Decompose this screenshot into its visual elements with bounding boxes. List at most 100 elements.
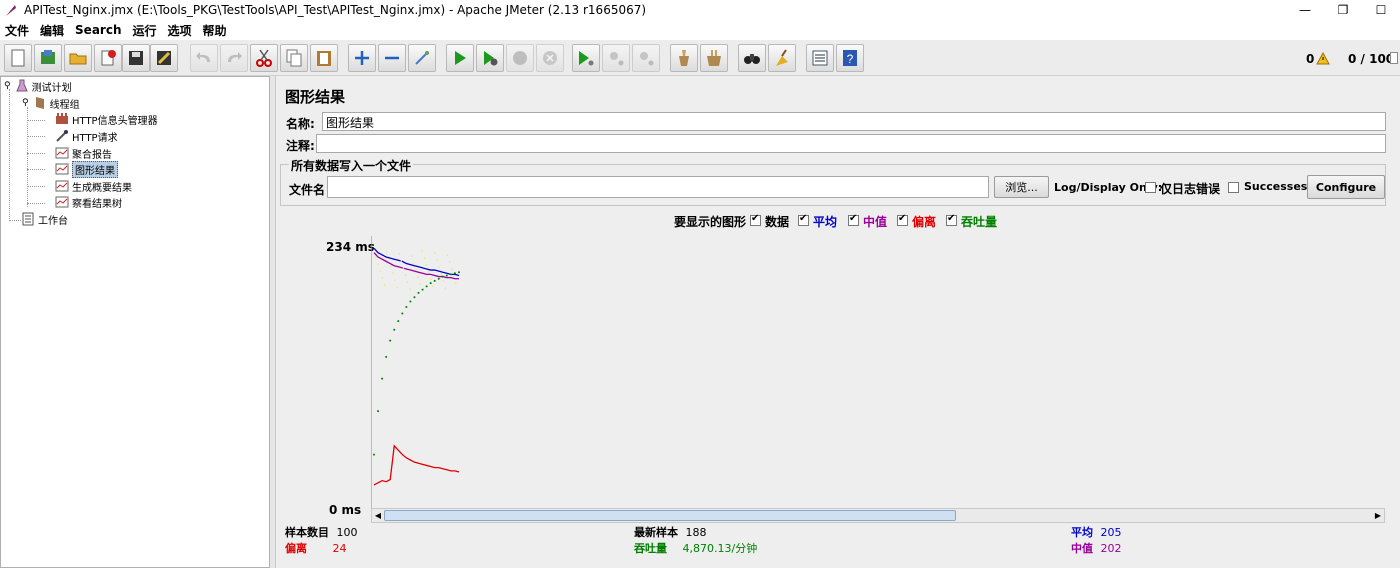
average-checkbox[interactable] — [798, 213, 809, 226]
reset-search-button[interactable] — [768, 44, 796, 72]
plus-icon — [355, 51, 369, 65]
median-label: 中值 — [863, 215, 888, 229]
function-helper-button[interactable] — [806, 44, 834, 72]
search-button[interactable] — [738, 44, 766, 72]
remote-start-button[interactable] — [572, 44, 600, 72]
deviation-checkbox[interactable] — [897, 213, 908, 226]
scrollbar-thumb[interactable] — [384, 510, 956, 521]
expand-toggle-icon[interactable]: ⚲ — [22, 98, 29, 108]
listener-chart-icon — [55, 196, 69, 208]
help-button[interactable]: ? — [836, 44, 864, 72]
minimize-button[interactable]: — — [1286, 0, 1324, 20]
new-document-icon — [11, 49, 25, 67]
configure-button[interactable]: Configure — [1307, 175, 1385, 199]
sample-data-point — [423, 257, 426, 259]
close-file-button[interactable] — [94, 44, 122, 72]
data-checkbox[interactable] — [750, 213, 761, 226]
throughput-stat-label: 吞吐量 — [634, 542, 667, 555]
scroll-left-arrow-icon[interactable]: ◀ — [373, 510, 383, 521]
write-to-file-group: 所有数据写入一个文件 文件名 浏览... Log/Display Only: 仅… — [280, 157, 1386, 206]
shutdown-button[interactable] — [536, 44, 564, 72]
expand-all-button[interactable] — [348, 44, 376, 72]
menu-run[interactable]: 运行 — [127, 22, 162, 39]
name-field[interactable]: 图形结果 — [322, 112, 1386, 131]
throughput-point — [425, 285, 428, 288]
tree-node-graph-results[interactable]: 图形结果 — [55, 160, 118, 178]
sample-data-point — [448, 261, 451, 263]
throughput-point — [445, 274, 448, 277]
close-file-icon — [101, 50, 116, 66]
cut-button[interactable] — [250, 44, 278, 72]
throughput-stat: 吞吐量 4,870.13/分钟 — [634, 540, 757, 556]
median-checkbox[interactable] — [848, 213, 859, 226]
menu-options[interactable]: 选项 — [163, 22, 198, 39]
sample-data-point — [383, 284, 386, 286]
redo-button[interactable] — [220, 44, 248, 72]
throughput-point — [385, 355, 388, 358]
stop-button[interactable] — [506, 44, 534, 72]
throughput-point — [393, 328, 396, 331]
chart-horizontal-scrollbar[interactable]: ◀ ▶ — [371, 508, 1385, 523]
deviation-stat-label: 偏离 — [285, 542, 307, 555]
menu-search[interactable]: Search — [70, 23, 127, 37]
remote-shutdown-button[interactable] — [632, 44, 660, 72]
throughput-point — [453, 272, 456, 275]
paste-button[interactable] — [310, 44, 338, 72]
tree-node-summary-results[interactable]: 生成概要结果 — [55, 178, 132, 194]
start-button[interactable] — [446, 44, 474, 72]
errors-only-checkbox[interactable] — [1145, 182, 1156, 193]
sample-data-point — [385, 251, 388, 253]
tree-node-results-tree[interactable]: 察看结果树 — [55, 194, 122, 210]
sample-data-point — [455, 282, 457, 284]
successes-checkbox[interactable] — [1228, 182, 1239, 193]
open-button[interactable] — [64, 44, 92, 72]
redo-icon — [228, 52, 242, 62]
remote-stop-button[interactable] — [602, 44, 630, 72]
median-stat: 中值 202 — [1071, 540, 1122, 556]
sample-data-point — [373, 249, 375, 251]
throughput-checkbox[interactable] — [946, 213, 957, 226]
toggle-button[interactable] — [408, 44, 436, 72]
expand-toggle-icon[interactable]: ⚲ — [4, 81, 11, 91]
sample-data-point — [406, 281, 409, 283]
sample-data-point — [425, 264, 428, 266]
window-title: APITest_Nginx.jmx (E:\Tools_PKG\TestTool… — [24, 3, 647, 17]
templates-button[interactable] — [34, 44, 62, 72]
collapse-all-button[interactable] — [378, 44, 406, 72]
throughput-point — [433, 279, 436, 282]
menu-edit[interactable]: 编辑 — [35, 22, 70, 39]
browse-button[interactable]: 浏览... — [994, 176, 1049, 198]
tree-node-thread-group[interactable]: ⚲ 线程组 — [22, 95, 80, 111]
menu-file[interactable]: 文件 — [0, 22, 35, 39]
undo-button[interactable] — [190, 44, 218, 72]
throughput-point — [437, 277, 440, 280]
tree-node-http-request[interactable]: HTTP请求 — [55, 128, 118, 144]
tree-node-workbench[interactable]: 工作台 — [21, 211, 68, 227]
tree-node-test-plan[interactable]: ⚲ 测试计划 — [4, 78, 72, 94]
close-button[interactable]: ☐ — [1362, 0, 1400, 20]
undo-icon — [196, 52, 210, 62]
new-button[interactable] — [4, 44, 32, 72]
help-question-icon: ? — [843, 50, 857, 66]
scroll-right-arrow-icon[interactable]: ▶ — [1373, 510, 1383, 521]
filename-field[interactable] — [327, 176, 989, 198]
comment-field[interactable] — [316, 134, 1386, 153]
tree-node-header-manager[interactable]: HTTP信息头管理器 — [55, 111, 158, 127]
clear-all-button[interactable] — [700, 44, 728, 72]
throughput-point — [449, 273, 452, 276]
scissors-icon — [256, 49, 272, 67]
save-graph-button[interactable] — [150, 44, 178, 72]
clear-button[interactable] — [670, 44, 698, 72]
save-button[interactable] — [122, 44, 150, 72]
throughput-point — [417, 291, 420, 294]
menu-help[interactable]: 帮助 — [198, 22, 233, 39]
copy-button[interactable] — [280, 44, 308, 72]
throughput-point — [405, 305, 408, 308]
start-no-pauses-button[interactable] — [476, 44, 504, 72]
restore-button[interactable]: ❐ — [1324, 0, 1362, 20]
tree-node-aggregate-report[interactable]: 聚合报告 — [55, 145, 112, 161]
warning-triangle-icon[interactable] — [1316, 52, 1330, 65]
successes-label: Successes — [1244, 180, 1308, 193]
sample-data-point — [377, 263, 379, 265]
shutdown-icon — [543, 51, 557, 65]
